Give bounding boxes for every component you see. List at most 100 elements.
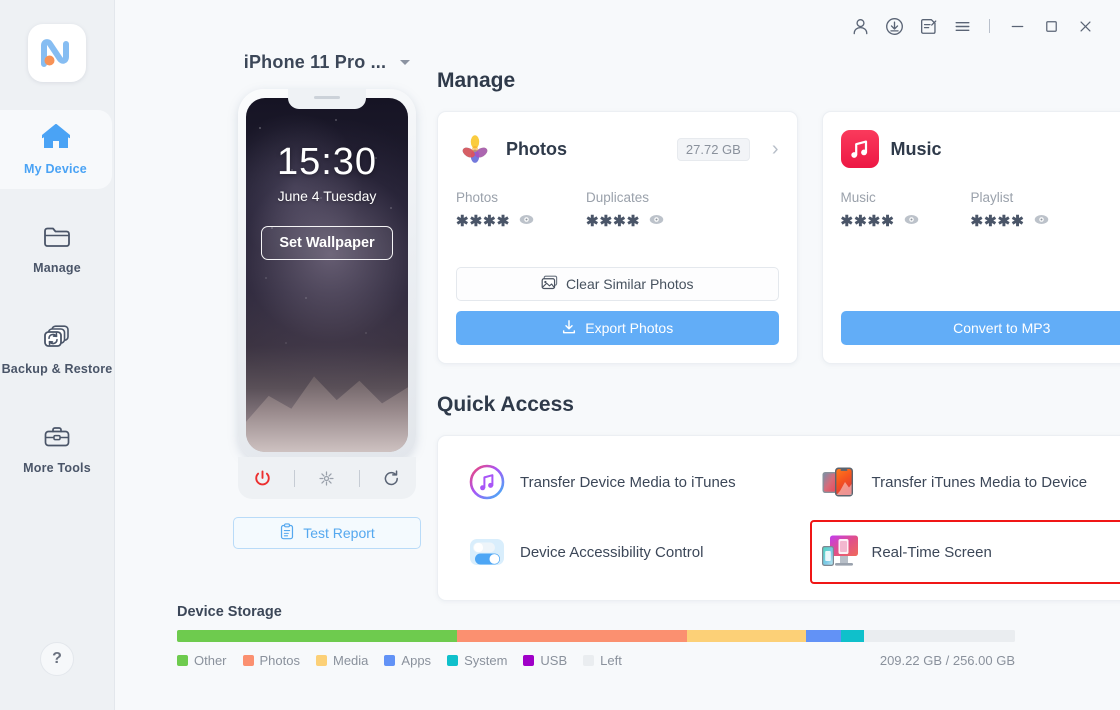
legend-swatch (177, 655, 188, 666)
button-label: Clear Similar Photos (565, 276, 694, 292)
photos-card[interactable]: Photos 27.72 GB › Photos ✱✱✱✱ Duplicates… (437, 111, 798, 364)
backup-restore-icon (43, 324, 71, 355)
sidebar-item-backup-restore[interactable]: Backup & Restore (0, 310, 115, 389)
app-logo (28, 24, 86, 82)
legend-item-photos: Photos (242, 653, 300, 668)
legend-swatch (583, 655, 595, 666)
stat-row: ✱✱✱✱ (586, 212, 716, 230)
quick-access-transfer-device-media-to-itunes[interactable]: Transfer Device Media to iTunes (458, 450, 810, 514)
test-report-button[interactable]: Test Report (233, 517, 421, 549)
export-photos-button[interactable]: Export Photos (456, 311, 779, 345)
sidebar: My Device Manage Backup & Restore More T… (0, 0, 115, 710)
window-titlebar (845, 0, 1120, 52)
eye-icon[interactable] (904, 212, 919, 230)
legend-label: Left (600, 653, 622, 668)
photos-stats: Photos ✱✱✱✱ Duplicates ✱✱✱✱ (456, 190, 779, 230)
toggle-switches-icon (468, 533, 506, 571)
legend-item-left: Left (583, 653, 622, 668)
phone-preview: 15:30 June 4 Tuesday Set Wallpaper (238, 89, 416, 461)
minimize-button[interactable] (1002, 11, 1032, 41)
legend-swatch (523, 655, 535, 666)
manage-section-header: Manage (437, 64, 1120, 97)
photos-actions: Clear Similar Photos Export Photos (456, 267, 779, 345)
app-window: My Device Manage Backup & Restore More T… (0, 0, 1120, 710)
manage-title: Manage (437, 68, 516, 92)
sidebar-item-manage[interactable]: Manage (0, 211, 115, 288)
stat-row: ✱✱✱✱ (841, 212, 971, 230)
control-separator (358, 469, 360, 487)
card-title: Music (890, 138, 942, 159)
eye-icon[interactable] (1034, 212, 1049, 230)
sidebar-item-label: Backup & Restore (1, 362, 113, 376)
sidebar-item-label: More Tools (23, 461, 91, 475)
eye-icon[interactable] (649, 212, 664, 230)
quick-access-device-accessibility-control[interactable]: Device Accessibility Control (458, 520, 810, 584)
stat-row: ✱✱✱✱ (456, 212, 586, 230)
sidebar-item-label: Manage (33, 261, 81, 275)
stat-label: Music (840, 190, 876, 205)
account-icon[interactable] (845, 11, 875, 41)
quick-access-title: Quick Access (437, 392, 574, 416)
close-button[interactable] (1070, 11, 1100, 41)
photos-app-icon (456, 130, 494, 168)
device-storage-legend: Other Photos Media Apps System USB Left … (177, 653, 1015, 668)
legend-swatch (447, 655, 459, 666)
music-card[interactable]: Music › Music ✱✱✱✱ (821, 111, 1120, 364)
manage-cards: Photos 27.72 GB › Photos ✱✱✱✱ Duplicates… (437, 111, 1120, 364)
phone-notch (288, 89, 366, 109)
storage-segment-left (864, 630, 1015, 642)
reload-icon[interactable] (375, 463, 409, 493)
device-storage-title: Device Storage (177, 604, 282, 620)
card-header: Music › (840, 130, 1120, 168)
stat-label: Playlist (970, 190, 1014, 205)
card-title: Photos (506, 138, 567, 159)
card-header: Photos 27.72 GB › (456, 130, 779, 168)
quick-access-label: Real-Time Screen (871, 543, 992, 561)
eye-icon[interactable] (519, 212, 534, 230)
storage-segment-apps (805, 630, 841, 642)
quick-access-real-time-screen[interactable]: Real-Time Screen (809, 520, 1120, 584)
test-report-label: Test Report (303, 525, 375, 541)
screen-mirror-icon (820, 533, 858, 571)
stat-row: ✱✱✱✱ (971, 212, 1101, 230)
stat-label: Photos (456, 190, 499, 205)
device-storage-total: 209.22 GB / 256.00 GB (879, 653, 1015, 668)
feedback-icon[interactable] (913, 11, 943, 41)
quick-access-transfer-itunes-media-to-device[interactable]: Transfer iTunes Media to Device (810, 450, 1120, 514)
storage-segment-other (177, 630, 457, 642)
chevron-down-icon[interactable] (400, 60, 411, 65)
clear-similar-photos-button[interactable]: Clear Similar Photos (456, 267, 779, 301)
legend-label: Other (194, 653, 227, 668)
legend-swatch (242, 655, 254, 666)
storage-segment-system (840, 630, 865, 642)
power-icon[interactable] (245, 463, 279, 493)
legend-swatch (384, 655, 396, 666)
stat-value: ✱✱✱✱ (970, 213, 1025, 230)
maximize-button[interactable] (1036, 11, 1066, 41)
stat-duplicates: Duplicates ✱✱✱✱ (586, 190, 716, 230)
quick-access-panel: Transfer Device Media to iTunes Transfer… (437, 435, 1120, 601)
sidebar-item-my-device[interactable]: My Device (0, 110, 112, 189)
photos-stack-icon (541, 275, 558, 293)
quick-access-section-header: Quick Access (437, 388, 1120, 421)
stat-value: ✱✱✱✱ (456, 213, 511, 230)
set-wallpaper-button[interactable]: Set Wallpaper (261, 226, 393, 260)
legend-label: USB (540, 653, 568, 668)
clipboard-icon (279, 523, 295, 543)
legend-swatch (316, 655, 327, 666)
sidebar-item-more-tools[interactable]: More Tools (0, 411, 115, 488)
download-icon[interactable] (879, 11, 909, 41)
photos-chevron-right-icon[interactable]: › (772, 139, 779, 159)
legend-item-apps: Apps (384, 653, 431, 668)
legend-item-usb: USB (523, 653, 567, 668)
refresh-screen-icon[interactable] (310, 463, 344, 493)
main-area: iPhone 11 Pro ... 15:30 June 4 Tuesday S… (115, 0, 1120, 710)
legend-item-other: Other (177, 653, 227, 668)
photos-size-badge: 27.72 GB (676, 137, 750, 161)
device-selector[interactable]: iPhone 11 Pro ... (177, 52, 477, 73)
storage-segment-media (687, 630, 806, 642)
convert-to-mp3-button[interactable]: Convert to MP3 (840, 311, 1120, 345)
stat-music: Music ✱✱✱✱ (841, 190, 971, 230)
help-button[interactable]: ? (40, 642, 74, 676)
menu-icon[interactable] (947, 11, 977, 41)
